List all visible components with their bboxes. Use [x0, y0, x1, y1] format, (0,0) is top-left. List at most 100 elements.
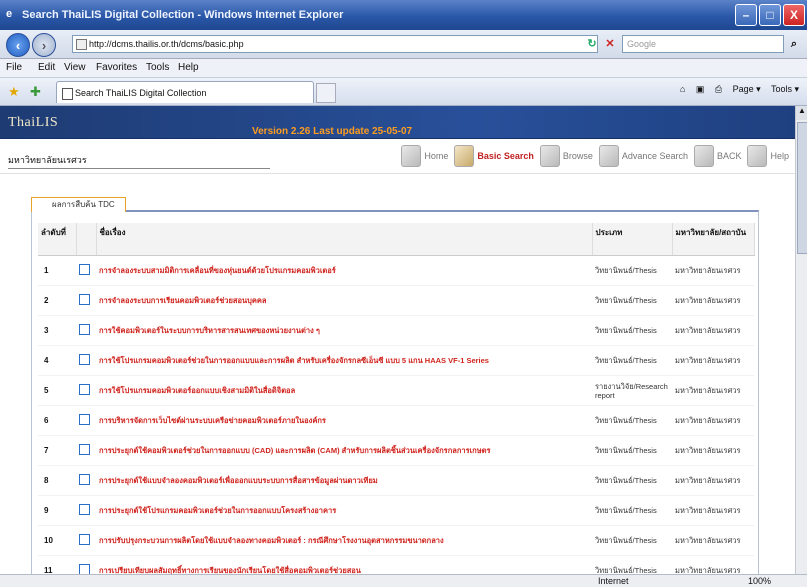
row-title-link[interactable]: การใช้คอมพิวเตอร์ในระบบการบริหารสารสนเทศ… [96, 315, 592, 346]
results-table: ลำดับที่ ชื่อเรื่อง ประเภท มหาวิทยาลัย/ส… [38, 223, 755, 574]
row-library: มหาวิทยาลัยนเรศวร [672, 345, 754, 376]
table-row: 1 การจำลองระบบสามมิติการเคลื่อนที่ของหุ่น… [38, 255, 754, 286]
row-type: วิทยานิพนธ์/Thesis [592, 285, 672, 316]
home-icon[interactable]: ⌂ [680, 84, 685, 94]
row-checkbox[interactable] [79, 414, 90, 425]
advance-search-icon [598, 145, 619, 167]
row-checkbox[interactable] [79, 474, 90, 485]
row-type: วิทยานิพนธ์/Thesis [592, 345, 672, 376]
row-title-link[interactable]: การบริหารจัดการเว็บไซต์ผ่านระบบเครือข่าย… [96, 405, 592, 436]
add-favorite-icon[interactable]: ✚ [30, 84, 41, 100]
row-title-link[interactable]: การปรับปรุงกระบวนการผลิตโดยใช้แบบจำลองทา… [96, 525, 592, 556]
row-title-link[interactable]: การประยุกต์ใช้แบบจำลองคอมพิวเตอร์เพื่อออ… [96, 465, 592, 496]
row-checkbox[interactable] [79, 384, 90, 395]
row-title-link[interactable]: การเปรียบเทียบผลสัมฤทธิ์ทางการเรียนของนั… [96, 555, 592, 574]
new-tab-button[interactable] [316, 83, 336, 103]
scroll-thumb[interactable] [797, 122, 807, 254]
row-check-cell [76, 345, 96, 376]
tools-menu[interactable]: Tools ▾ [771, 84, 799, 94]
nav-basic-search[interactable]: Basic Search [454, 145, 534, 167]
window-controls: – □ X [735, 4, 805, 26]
nav-back[interactable]: BACK [693, 145, 741, 167]
nav-advance-search[interactable]: Advance Search [598, 145, 688, 167]
row-check-cell [76, 375, 96, 406]
row-number: 8 [38, 465, 76, 496]
row-checkbox[interactable] [79, 564, 90, 574]
table-header-row: ลำดับที่ ชื่อเรื่อง ประเภท มหาวิทยาลัย/ส… [38, 223, 755, 256]
feeds-icon[interactable]: ▣ [696, 84, 705, 94]
scroll-up-icon[interactable]: ▲ [796, 106, 807, 120]
print-icon[interactable]: ⎙ [715, 84, 722, 94]
site-subheader: มหาวิทยาลัยนเรศวร Home Basic Search Brow… [0, 139, 795, 174]
menu-edit[interactable]: Edit [38, 62, 55, 73]
row-number: 1 [38, 255, 76, 286]
row-type: วิทยานิพนธ์/Thesis [592, 525, 672, 556]
row-title-link[interactable]: การประยุกต์ใช้คอมพิวเตอร์ช่วยในการออกแบบ… [96, 435, 592, 466]
minimize-button[interactable]: – [735, 4, 757, 26]
nav-browse[interactable]: Browse [539, 145, 593, 167]
col-check [76, 223, 97, 256]
menu-help[interactable]: Help [178, 62, 199, 73]
row-checkbox[interactable] [79, 324, 90, 335]
row-title-link[interactable]: การจำลองระบบการเรียนคอมพิวเตอร์ช่วยสอนบุ… [96, 285, 592, 316]
row-library: มหาวิทยาลัยนเรศวร [672, 285, 754, 316]
row-title-link[interactable]: การจำลองระบบสามมิติการเคลื่อนที่ของหุ่นย… [96, 255, 592, 286]
row-number: 3 [38, 315, 76, 346]
row-library: มหาวิทยาลัยนเรศวร [672, 525, 754, 556]
menu-favorites[interactable]: Favorites [96, 62, 137, 73]
row-checkbox[interactable] [79, 444, 90, 455]
row-type: วิทยานิพนธ์/Thesis [592, 255, 672, 286]
address-bar[interactable]: http://dcms.thailis.or.th/dcms/basic.php [72, 35, 598, 53]
row-type: วิทยานิพนธ์/Thesis [592, 405, 672, 436]
page-menu[interactable]: Page ▾ [733, 84, 761, 94]
nav-help[interactable]: Help [747, 145, 789, 167]
nav-home[interactable]: Home [401, 145, 448, 167]
results-body: 1 การจำลองระบบสามมิติการเคลื่อนที่ของหุ่น… [38, 255, 754, 574]
row-title-link[interactable]: การใช้โปรแกรมคอมพิวเตอร์ออกแบบเชิงสามมิต… [96, 375, 592, 406]
home-nav-icon [401, 145, 422, 167]
row-title-link[interactable]: การประยุกต์ใช้โปรแกรมคอมพิวเตอร์ช่วยในกา… [96, 495, 592, 526]
row-number: 9 [38, 495, 76, 526]
row-library: มหาวิทยาลัยนเรศวร [672, 435, 754, 466]
vertical-scrollbar[interactable]: ▲ [795, 106, 807, 574]
row-check-cell [76, 435, 96, 466]
results-tab[interactable]: ผลการสืบค้น TDC [31, 197, 126, 212]
tab-label: Search ThaiLIS Digital Collection [75, 88, 207, 98]
refresh-icon[interactable]: ↻ [584, 36, 600, 52]
ie-logo-icon: e [6, 8, 13, 20]
search-input[interactable]: Google [622, 35, 784, 53]
row-number: 6 [38, 405, 76, 436]
row-number: 11 [38, 555, 76, 574]
command-bar: ⌂ ▣ ⎙ Page ▾ Tools ▾ [680, 84, 807, 95]
nav-basic-label: Basic Search [477, 151, 534, 161]
row-library: มหาวิทยาลัยนเรศวร [672, 375, 754, 406]
row-checkbox[interactable] [79, 504, 90, 515]
back-arrow-icon[interactable]: ‹ [6, 33, 30, 57]
favorites-star-icon[interactable]: ★ [8, 84, 20, 100]
site-brand: ThaiLIS [8, 115, 59, 130]
browse-icon [539, 145, 560, 167]
menu-bar: File Edit View Favorites Tools Help [0, 59, 807, 78]
tab-search-thailis[interactable]: Search ThaiLIS Digital Collection [56, 81, 314, 103]
row-title-link[interactable]: การใช้โปรแกรมคอมพิวเตอร์ช่วยในการออกแบบแ… [96, 345, 592, 376]
maximize-button[interactable]: □ [759, 4, 781, 26]
menu-view[interactable]: View [64, 62, 86, 73]
row-checkbox[interactable] [79, 534, 90, 545]
row-checkbox[interactable] [79, 264, 90, 275]
forward-arrow-icon[interactable]: › [32, 33, 56, 57]
menu-tools[interactable]: Tools [146, 62, 169, 73]
status-zoom[interactable]: 100% [748, 575, 771, 587]
row-type: วิทยานิพนธ์/Thesis [592, 315, 672, 346]
row-number: 2 [38, 285, 76, 316]
search-icon[interactable]: ⌕ [786, 36, 802, 52]
nav-browse-label: Browse [562, 151, 593, 161]
table-row: 10 การปรับปรุงกระบวนการผลิตโดยใช้แบบจำลอง… [38, 525, 754, 556]
row-checkbox[interactable] [79, 354, 90, 365]
row-check-cell [76, 495, 96, 526]
library-name: มหาวิทยาลัยนเรศวร [8, 153, 270, 169]
menu-file[interactable]: File [6, 62, 22, 73]
row-checkbox[interactable] [79, 294, 90, 305]
close-button[interactable]: X [783, 4, 805, 26]
row-check-cell [76, 555, 96, 574]
stop-icon[interactable]: ✕ [602, 36, 618, 52]
